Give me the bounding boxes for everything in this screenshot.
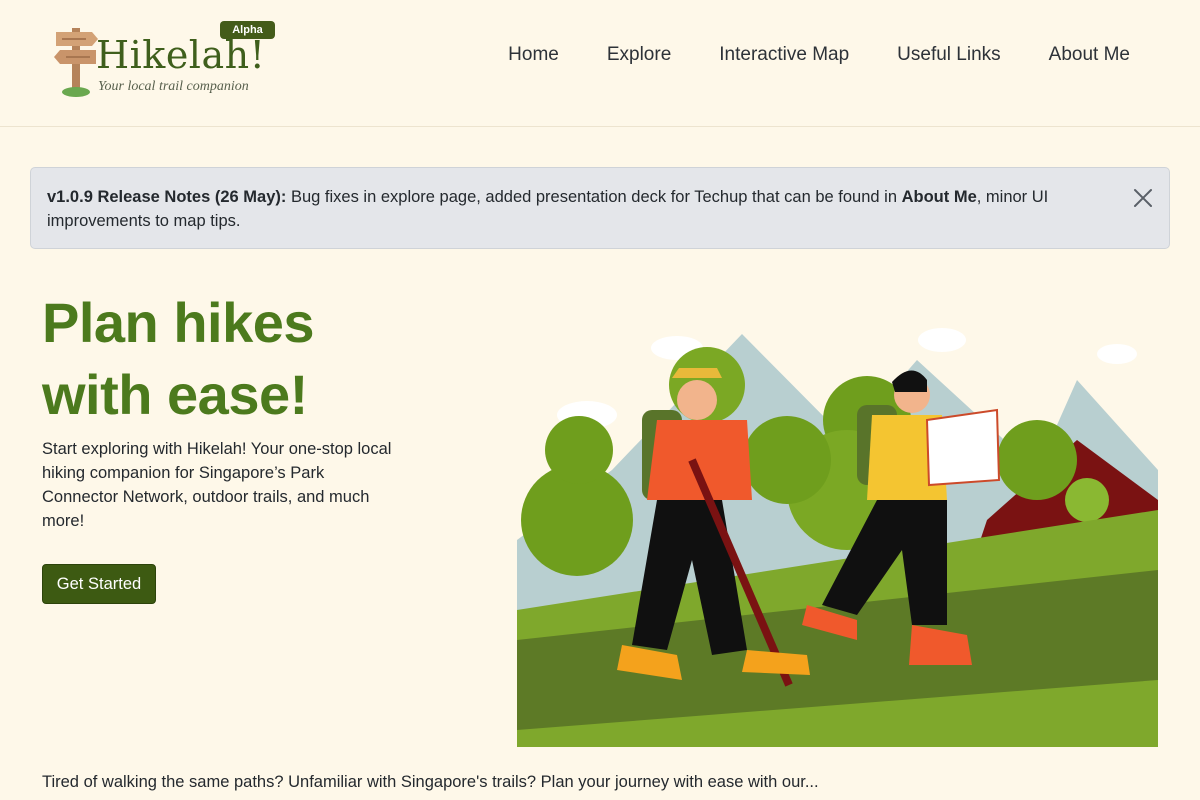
release-notes-body: Bug fixes in explore page, added present…	[286, 188, 902, 206]
site-logo[interactable]: Alpha Hikelah! Your local trail companio…	[46, 20, 286, 100]
release-notes-title: v1.0.9 Release Notes (26 May):	[47, 188, 287, 206]
get-started-button[interactable]: Get Started	[42, 564, 156, 604]
release-notes-about-link: About Me	[901, 188, 977, 206]
hero-title-line-1: Plan hikes	[42, 291, 315, 354]
brand-tagline: Your local trail companion	[98, 79, 249, 94]
main-nav: Home Explore Interactive Map Useful Link…	[508, 44, 1130, 66]
close-icon[interactable]	[1131, 186, 1155, 210]
brand-name: Hikelah!	[96, 33, 266, 77]
nav-interactive-map[interactable]: Interactive Map	[719, 44, 849, 66]
nav-useful-links[interactable]: Useful Links	[897, 44, 1001, 66]
hikers-illustration	[517, 328, 1158, 747]
nav-explore[interactable]: Explore	[607, 44, 671, 66]
site-header: Alpha Hikelah! Your local trail companio…	[0, 0, 1200, 127]
hero-description: Start exploring with Hikelah! Your one-s…	[42, 440, 392, 530]
nav-about-me[interactable]: About Me	[1049, 44, 1130, 66]
hero-title-line-2: with ease!	[42, 363, 308, 426]
hero-title: Plan hikes with ease!	[42, 287, 462, 431]
nav-home[interactable]: Home	[508, 44, 559, 66]
intro-text: Tired of walking the same paths? Unfamil…	[42, 773, 819, 791]
release-notes-alert: v1.0.9 Release Notes (26 May): Bug fixes…	[30, 167, 1170, 249]
